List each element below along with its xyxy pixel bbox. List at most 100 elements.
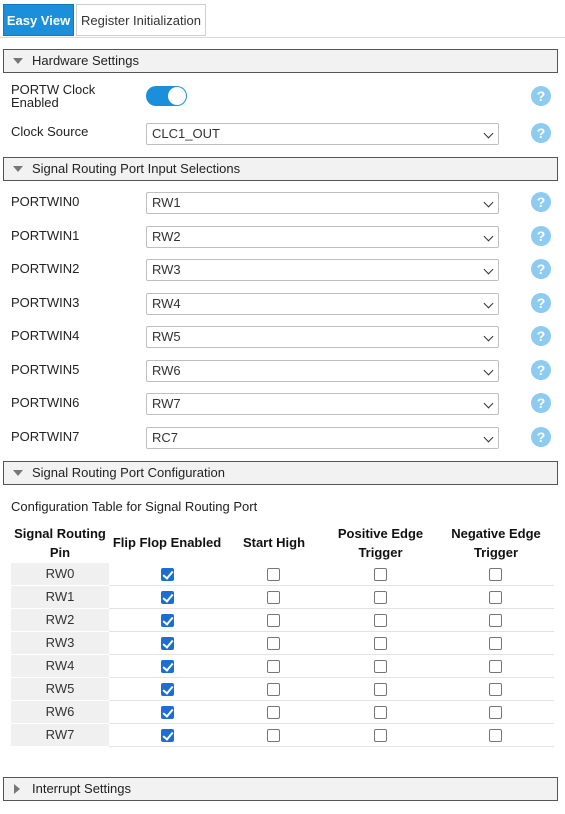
negative-edge-trigger-checkbox[interactable] [489,660,502,673]
chevron-down-icon [483,398,494,409]
pin-cell: RW4 [11,655,109,677]
portwin-select[interactable]: RW7 [146,393,499,415]
help-icon[interactable]: ? [531,192,551,212]
positive-edge-trigger-checkbox[interactable] [374,660,387,673]
flip-flop-enabled-checkbox[interactable] [161,660,174,673]
chevron-down-icon [483,231,494,242]
portwin-label: PORTWIN0 [11,194,80,209]
positive-edge-trigger-checkbox[interactable] [374,729,387,742]
help-icon[interactable]: ? [531,259,551,279]
clock-source-select[interactable]: CLC1_OUT [146,123,499,145]
flip-flop-enabled-checkbox[interactable] [161,568,174,581]
toggle-knob [168,87,186,105]
help-icon[interactable]: ? [531,293,551,313]
flip-flop-enabled-checkbox[interactable] [161,706,174,719]
help-icon[interactable]: ? [531,86,551,106]
start-high-checkbox[interactable] [267,637,280,650]
chevron-down-icon [483,197,494,208]
chevron-down-icon [483,331,494,342]
section-title: Hardware Settings [32,53,139,68]
start-high-checkbox[interactable] [267,591,280,604]
help-icon[interactable]: ? [531,360,551,380]
select-value: RC7 [152,430,179,445]
select-value: RW2 [152,229,181,244]
positive-edge-trigger-checkbox[interactable] [374,637,387,650]
start-high-checkbox[interactable] [267,568,280,581]
table-row: RW2 [11,609,554,632]
negative-edge-trigger-checkbox[interactable] [489,683,502,696]
portwin-select[interactable]: RW4 [146,293,499,315]
chevron-down-icon [483,365,494,376]
tab-easy-view[interactable]: Easy View [3,4,74,36]
positive-edge-trigger-checkbox[interactable] [374,614,387,627]
portwin-label: PORTWIN6 [11,395,80,410]
portwin-select[interactable]: RW1 [146,192,499,214]
negative-edge-trigger-checkbox[interactable] [489,706,502,719]
portwin-select[interactable]: RC7 [146,427,499,449]
negative-edge-trigger-checkbox[interactable] [489,729,502,742]
pin-cell: RW1 [11,586,109,608]
portwin-select[interactable]: RW5 [146,326,499,348]
portwin-select[interactable]: RW2 [146,226,499,248]
select-value: RW7 [152,396,181,411]
pin-cell: RW2 [11,609,109,631]
section-title: Interrupt Settings [32,781,131,796]
column-header-positive-edge: Positive Edge Trigger [337,526,424,560]
pin-cell: RW7 [11,724,109,746]
positive-edge-trigger-checkbox[interactable] [374,568,387,581]
portwin-select[interactable]: RW6 [146,360,499,382]
start-high-checkbox[interactable] [267,706,280,719]
help-icon[interactable]: ? [531,226,551,246]
expand-triangle-icon [14,784,20,794]
help-icon[interactable]: ? [531,427,551,447]
select-value: RW5 [152,329,181,344]
select-value: CLC1_OUT [152,126,220,141]
flip-flop-enabled-checkbox[interactable] [161,637,174,650]
portw-clock-enabled-toggle[interactable] [146,86,187,106]
pin-cell: RW0 [11,563,109,585]
help-icon[interactable]: ? [531,393,551,413]
negative-edge-trigger-checkbox[interactable] [489,637,502,650]
portwin-label: PORTWIN5 [11,362,80,377]
negative-edge-trigger-checkbox[interactable] [489,614,502,627]
flip-flop-enabled-checkbox[interactable] [161,591,174,604]
table-row: RW7 [11,724,554,747]
start-high-checkbox[interactable] [267,683,280,696]
positive-edge-trigger-checkbox[interactable] [374,683,387,696]
positive-edge-trigger-checkbox[interactable] [374,591,387,604]
column-header-pin: Signal Routing Pin [14,526,106,560]
help-icon[interactable]: ? [531,326,551,346]
help-icon[interactable]: ? [531,123,551,143]
flip-flop-enabled-checkbox[interactable] [161,729,174,742]
section-title: Signal Routing Port Configuration [32,465,225,480]
section-signal-routing-inputs[interactable]: Signal Routing Port Input Selections [3,157,558,181]
portwin-label: PORTWIN3 [11,295,80,310]
pin-cell: RW3 [11,632,109,654]
select-value: RW3 [152,262,181,277]
negative-edge-trigger-checkbox[interactable] [489,568,502,581]
section-interrupt-settings[interactable]: Interrupt Settings [3,777,558,801]
tab-register-initialization[interactable]: Register Initialization [76,4,206,36]
pin-cell: RW6 [11,701,109,723]
portwin-label: PORTWIN1 [11,228,80,243]
positive-edge-trigger-checkbox[interactable] [374,706,387,719]
flip-flop-enabled-checkbox[interactable] [161,683,174,696]
config-table-caption: Configuration Table for Signal Routing P… [11,499,258,514]
collapse-triangle-icon [13,166,23,172]
table-row: RW5 [11,678,554,701]
select-value: RW4 [152,296,181,311]
negative-edge-trigger-checkbox[interactable] [489,591,502,604]
section-signal-routing-config[interactable]: Signal Routing Port Configuration [3,461,558,485]
chevron-down-icon [483,432,494,443]
start-high-checkbox[interactable] [267,614,280,627]
chevron-down-icon [483,298,494,309]
column-header-start-high: Start High [242,535,306,550]
start-high-checkbox[interactable] [267,660,280,673]
section-hardware-settings[interactable]: Hardware Settings [3,49,558,73]
portwin-label: PORTWIN4 [11,328,80,343]
select-value: RW1 [152,195,181,210]
table-row: RW1 [11,586,554,609]
flip-flop-enabled-checkbox[interactable] [161,614,174,627]
portwin-select[interactable]: RW3 [146,259,499,281]
start-high-checkbox[interactable] [267,729,280,742]
